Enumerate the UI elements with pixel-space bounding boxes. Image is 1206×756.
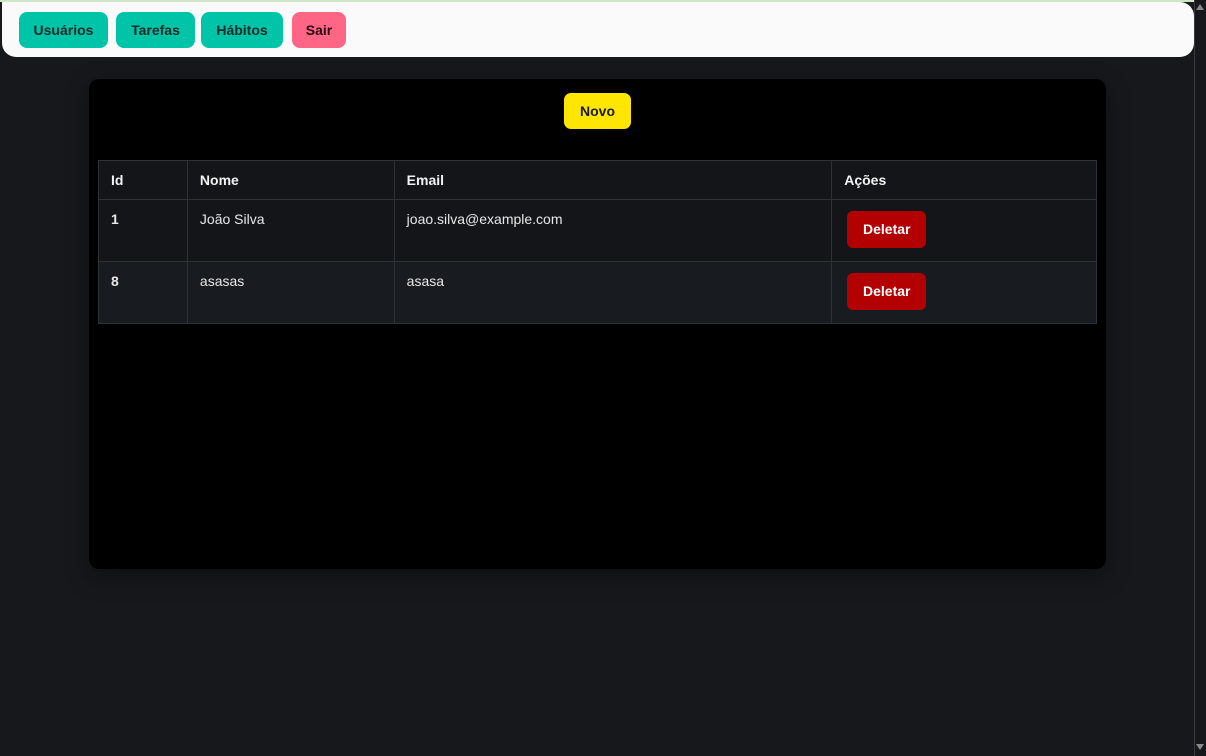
new-user-button[interactable]: Novo bbox=[564, 93, 631, 129]
top-navbar: Usuários Tarefas Hábitos Sair bbox=[2, 2, 1194, 57]
user-name-cell: asasas bbox=[186, 261, 395, 324]
nav-users-button[interactable]: Usuários bbox=[19, 12, 108, 48]
delete-user-button[interactable]: Deletar bbox=[847, 273, 927, 310]
user-email-cell: joao.silva@example.com bbox=[393, 199, 833, 262]
column-header-email: Email bbox=[393, 160, 833, 200]
column-header-actions: Ações bbox=[831, 160, 1097, 200]
page: Usuários Tarefas Hábitos Sair Novo Id No… bbox=[0, 0, 1206, 756]
logout-button[interactable]: Sair bbox=[292, 12, 346, 48]
users-table: Id Nome Email Ações 1 João Silva joao.si… bbox=[98, 160, 1097, 324]
user-email-cell: asasa bbox=[393, 261, 833, 324]
scroll-down-arrow-icon[interactable] bbox=[1196, 744, 1204, 750]
user-actions-cell: Deletar bbox=[831, 261, 1097, 324]
nav-tasks-button[interactable]: Tarefas bbox=[116, 12, 195, 48]
users-panel: Novo Id Nome Email Ações 1 João Silva jo… bbox=[89, 79, 1106, 569]
user-actions-cell: Deletar bbox=[831, 199, 1097, 262]
nav-habits-button[interactable]: Hábitos bbox=[201, 12, 283, 48]
scroll-up-arrow-icon[interactable] bbox=[1196, 4, 1204, 10]
user-name-cell: João Silva bbox=[186, 199, 395, 262]
user-id-cell: 8 bbox=[98, 261, 188, 324]
vertical-scrollbar[interactable] bbox=[1194, 0, 1206, 756]
table-row: 1 João Silva joao.silva@example.com Dele… bbox=[98, 199, 1097, 262]
column-header-name: Nome bbox=[186, 160, 395, 200]
user-id-cell: 1 bbox=[98, 199, 188, 262]
table-row: 8 asasas asasa Deletar bbox=[98, 261, 1097, 324]
table-header-row: Id Nome Email Ações bbox=[98, 160, 1097, 200]
delete-user-button[interactable]: Deletar bbox=[847, 211, 927, 248]
column-header-id: Id bbox=[98, 160, 188, 200]
